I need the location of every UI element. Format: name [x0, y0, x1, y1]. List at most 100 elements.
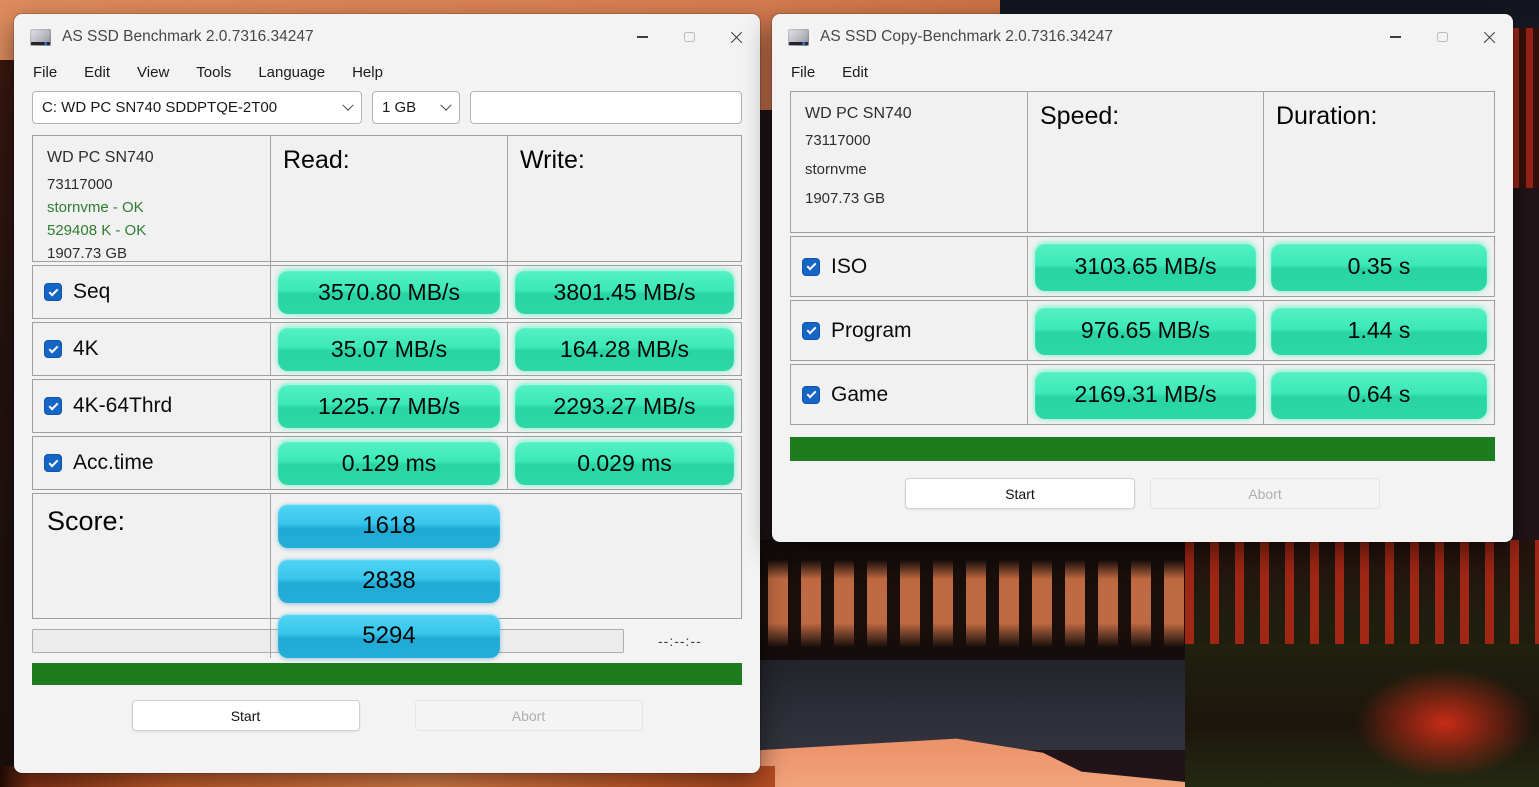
row-program-label: Program: [831, 319, 912, 343]
abort-button[interactable]: Abort: [1150, 478, 1380, 509]
minimize-button[interactable]: [619, 14, 666, 60]
checkbox-game[interactable]: [802, 386, 820, 404]
menu-help[interactable]: Help: [352, 64, 383, 81]
maximize-icon: [1437, 32, 1448, 42]
close-button[interactable]: [713, 14, 760, 60]
button-row: Start Abort: [772, 478, 1513, 509]
checkbox-program[interactable]: [802, 322, 820, 340]
status-bar: [32, 663, 742, 685]
game-duration-result: 0.64 s: [1271, 371, 1487, 419]
wallpaper-red-columns: [1185, 540, 1539, 644]
acc-time-read-result: 0.129 ms: [278, 441, 500, 485]
close-icon: [1483, 31, 1496, 44]
copy-benchmark-table: WD PC SN740 73117000 stornvme 1907.73 GB…: [772, 91, 1513, 425]
checkbox-acc-time[interactable]: [44, 454, 62, 472]
game-speed-result: 2169.31 MB/s: [1035, 371, 1256, 419]
row-game-label: Game: [831, 383, 888, 407]
drive-info: WD PC SN740 73117000 stornvme - OK 52940…: [33, 136, 270, 281]
start-button[interactable]: Start: [905, 478, 1135, 509]
menubar: File Edit: [772, 60, 1513, 91]
menu-edit[interactable]: Edit: [842, 64, 868, 81]
row-program: Program 976.65 MB/s 1.44 s: [790, 300, 1495, 361]
titlebar: AS SSD Copy-Benchmark 2.0.7316.34247: [772, 14, 1513, 60]
menubar: File Edit View Tools Language Help: [14, 60, 760, 91]
drive-info-row: WD PC SN740 73117000 stornvme - OK 52940…: [32, 135, 742, 262]
wallpaper-red-glow: [1355, 668, 1535, 778]
write-column-header: Write:: [507, 136, 741, 281]
row-4k-64thrd-label: 4K-64Thrd: [73, 394, 172, 418]
maximize-button[interactable]: [1419, 14, 1466, 60]
seq-read-result: 3570.80 MB/s: [278, 270, 500, 314]
4k-read-result: 35.07 MB/s: [278, 327, 500, 371]
checkmark-icon: [48, 457, 58, 467]
row-game: Game 2169.31 MB/s 0.64 s: [790, 364, 1495, 425]
acc-time-write-result: 0.029 ms: [515, 441, 734, 485]
checkbox-4k[interactable]: [44, 340, 62, 358]
checkmark-icon: [806, 325, 816, 335]
score-label: Score:: [33, 494, 270, 658]
checkbox-4k-64thrd[interactable]: [44, 397, 62, 415]
drive-capacity: 1907.73 GB: [805, 190, 1013, 207]
drive-info: WD PC SN740 73117000 stornvme 1907.73 GB: [791, 92, 1027, 232]
close-icon: [730, 31, 743, 44]
checkmark-icon: [806, 261, 816, 271]
window-title: AS SSD Benchmark 2.0.7316.34247: [62, 28, 314, 46]
benchmark-table: WD PC SN740 73117000 stornvme - OK 52940…: [14, 135, 760, 619]
abort-button[interactable]: Abort: [415, 700, 643, 731]
iso-speed-result: 3103.65 MB/s: [1035, 243, 1256, 291]
hard-drive-icon: [30, 29, 51, 46]
menu-tools[interactable]: Tools: [196, 64, 231, 81]
checkmark-icon: [806, 389, 816, 399]
row-seq-label: Seq: [73, 280, 110, 304]
score-write: 2838: [278, 559, 500, 603]
menu-file[interactable]: File: [33, 64, 57, 81]
checkmark-icon: [48, 343, 58, 353]
maximize-button[interactable]: [666, 14, 713, 60]
4k-64thrd-write-result: 2293.27 MB/s: [515, 384, 734, 428]
score-read: 1618: [278, 504, 500, 548]
program-duration-result: 1.44 s: [1271, 307, 1487, 355]
row-4k-64thrd: 4K-64Thrd 1225.77 MB/s 2293.27 MB/s: [32, 379, 742, 433]
drive-name: WD PC SN740: [805, 105, 1013, 123]
time-display: --:--:--: [658, 633, 702, 649]
chevron-down-icon: [342, 99, 353, 110]
test-size-value: 1 GB: [382, 99, 416, 116]
window-title: AS SSD Copy-Benchmark 2.0.7316.34247: [820, 28, 1113, 46]
extra-field[interactable]: [470, 91, 742, 124]
test-size-select[interactable]: 1 GB: [372, 91, 460, 124]
close-button[interactable]: [1466, 14, 1513, 60]
row-4k: 4K 35.07 MB/s 164.28 MB/s: [32, 322, 742, 376]
row-seq: Seq 3570.80 MB/s 3801.45 MB/s: [32, 265, 742, 319]
hard-drive-icon: [788, 29, 809, 46]
read-column-header: Read:: [270, 136, 507, 281]
start-button[interactable]: Start: [132, 700, 360, 731]
menu-edit[interactable]: Edit: [84, 64, 110, 81]
as-ssd-benchmark-window: AS SSD Benchmark 2.0.7316.34247 File Edi…: [14, 14, 760, 773]
row-iso: ISO 3103.65 MB/s 0.35 s: [790, 236, 1495, 297]
driver-name: stornvme: [805, 161, 1013, 178]
score-total: 5294: [278, 614, 500, 658]
menu-view[interactable]: View: [137, 64, 169, 81]
checkbox-seq[interactable]: [44, 283, 62, 301]
chevron-down-icon: [440, 99, 451, 110]
maximize-icon: [684, 32, 695, 42]
window-controls: [1372, 14, 1513, 60]
drive-name: WD PC SN740: [47, 149, 256, 167]
menu-language[interactable]: Language: [258, 64, 325, 81]
drive-select[interactable]: C: WD PC SN740 SDDPTQE-2T00: [32, 91, 362, 124]
menu-file[interactable]: File: [791, 64, 815, 81]
row-acc-time: Acc.time 0.129 ms 0.029 ms: [32, 436, 742, 490]
wallpaper-temple-structure: [1185, 540, 1539, 787]
4k-write-result: 164.28 MB/s: [515, 327, 734, 371]
as-ssd-copy-benchmark-window: AS SSD Copy-Benchmark 2.0.7316.34247 Fil…: [772, 14, 1513, 542]
drive-id: 73117000: [47, 176, 256, 193]
alignment-status: 529408 K - OK: [47, 222, 256, 239]
checkbox-iso[interactable]: [802, 258, 820, 276]
minimize-button[interactable]: [1372, 14, 1419, 60]
titlebar: AS SSD Benchmark 2.0.7316.34247: [14, 14, 760, 60]
minimize-icon: [1390, 36, 1401, 38]
duration-column-header: Duration:: [1263, 92, 1494, 232]
checkmark-icon: [48, 286, 58, 296]
score-values: 1618 2838 5294: [270, 494, 507, 658]
seq-write-result: 3801.45 MB/s: [515, 270, 734, 314]
